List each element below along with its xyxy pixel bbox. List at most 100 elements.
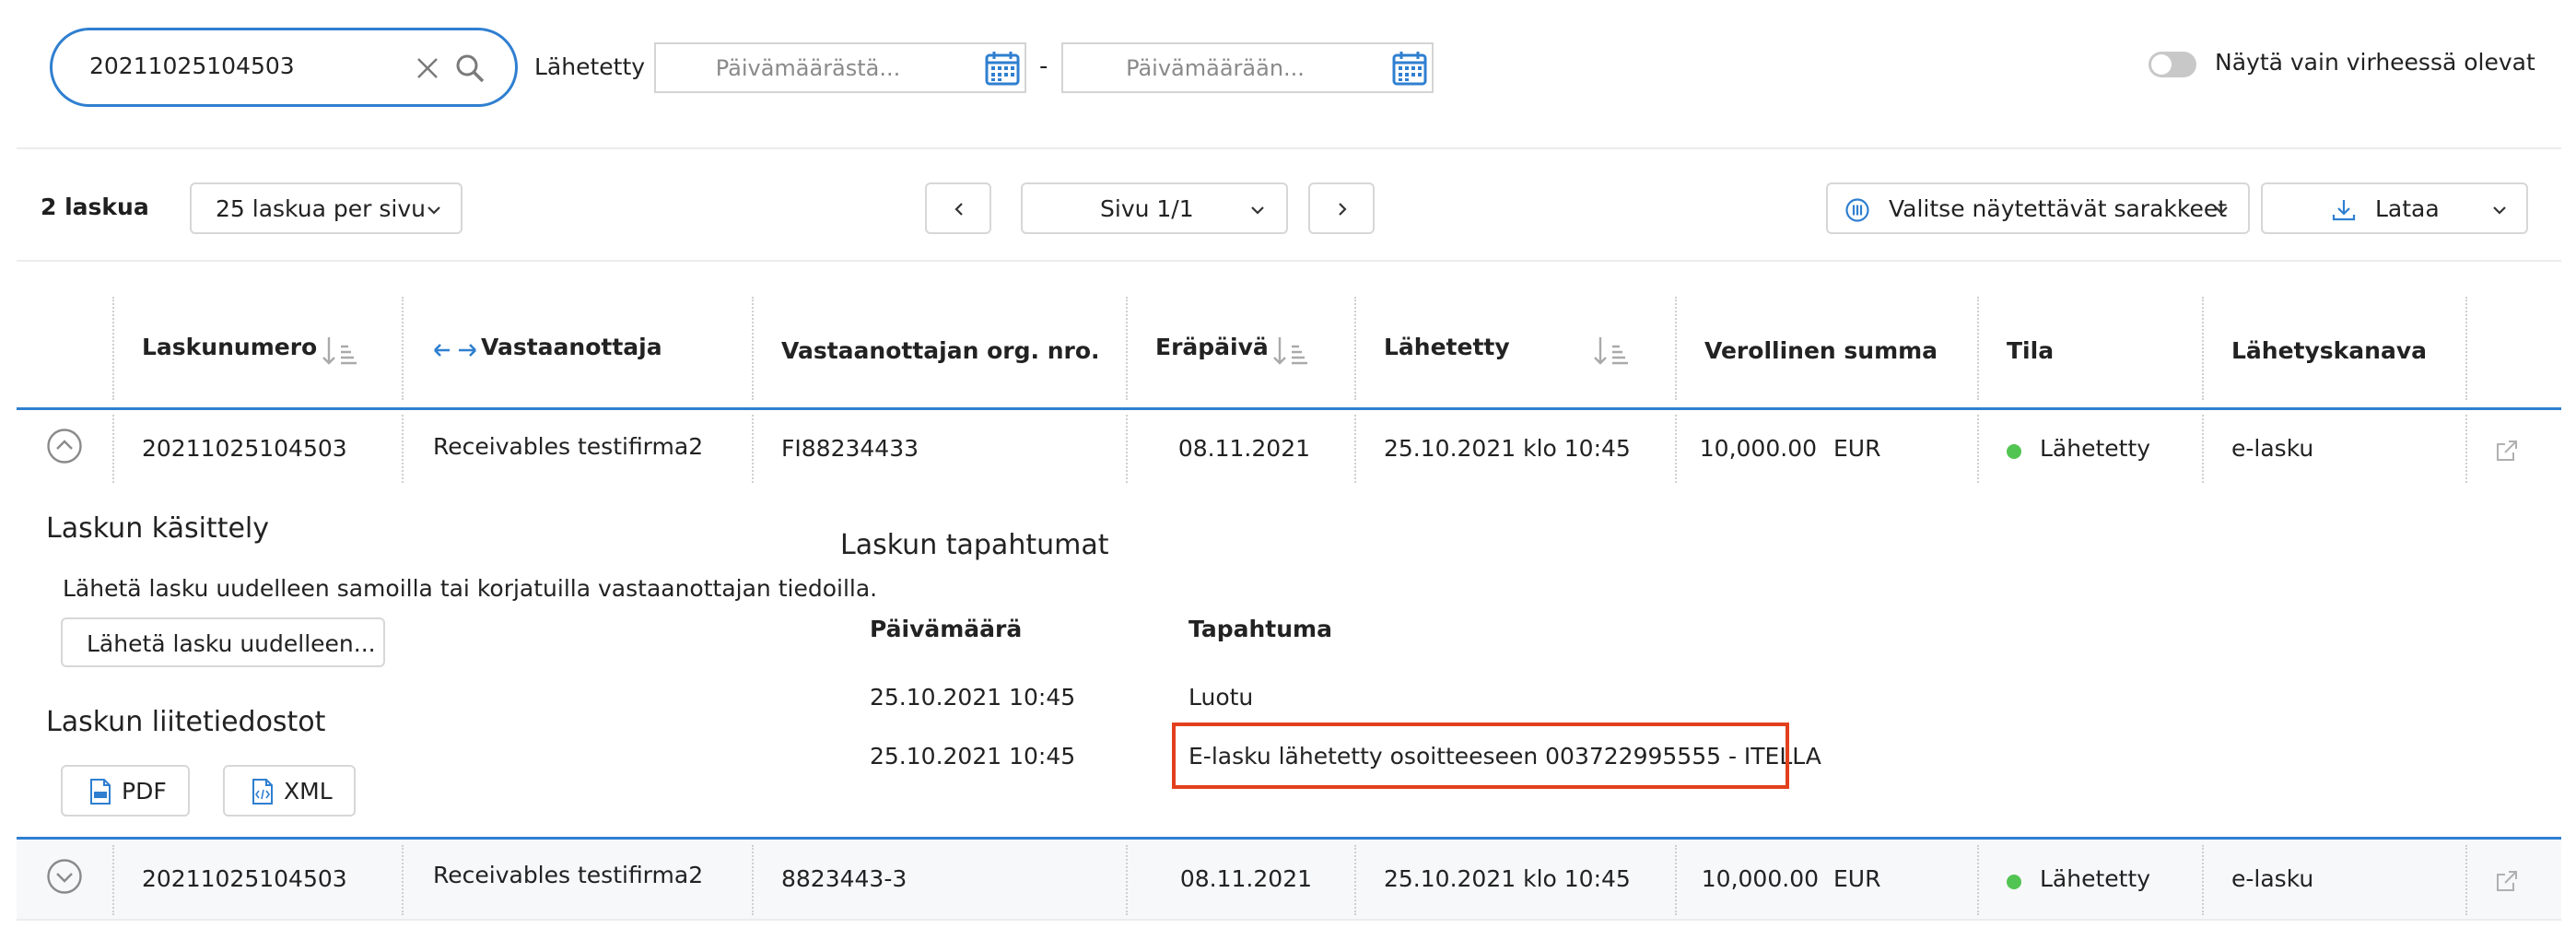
cell-sent: 25.10.2021 klo 10:45 bbox=[1384, 435, 1631, 462]
columns-button[interactable]: Valitse näytettävät sarakkeet bbox=[1826, 182, 2250, 234]
sort-icon[interactable] bbox=[321, 335, 357, 367]
next-page-button[interactable] bbox=[1308, 182, 1375, 234]
xml-button-label: XML bbox=[284, 778, 333, 805]
header-recipient[interactable]: Vastaanottaja bbox=[481, 334, 662, 360]
header-channel[interactable]: Lähetyskanava bbox=[2231, 337, 2427, 364]
status-dot bbox=[2007, 875, 2021, 889]
handling-title: Laskun käsittely bbox=[46, 512, 270, 545]
cell-channel: e-lasku bbox=[2231, 435, 2314, 462]
sent-filter-label: Lähetetty bbox=[534, 53, 646, 80]
errors-only-label: Näytä vain virheessä olevat bbox=[2215, 49, 2535, 76]
column-separator bbox=[1354, 297, 1356, 400]
column-separator bbox=[1977, 297, 1979, 400]
column-separator bbox=[752, 845, 754, 915]
event-date: 25.10.2021 10:45 bbox=[870, 743, 1076, 770]
cell-sent: 25.10.2021 klo 10:45 bbox=[1384, 865, 1631, 892]
column-separator bbox=[1977, 415, 1979, 483]
column-separator bbox=[402, 845, 404, 915]
highlight-box bbox=[1172, 723, 1789, 789]
cell-currency: EUR bbox=[1833, 865, 1881, 892]
events-header-date: Päivämäärä bbox=[870, 616, 1023, 642]
invoice-count: 2 laskua bbox=[41, 194, 149, 220]
header-sent[interactable]: Lähetetty bbox=[1384, 334, 1510, 360]
column-separator bbox=[2465, 297, 2467, 400]
sort-icon[interactable] bbox=[1271, 335, 1308, 367]
cell-amount: 10,000.00 bbox=[1699, 435, 1817, 462]
pdf-button[interactable]: PDF bbox=[61, 765, 190, 817]
header-org-number[interactable]: Vastaanottajan org. nro. bbox=[781, 337, 1100, 364]
cell-invoice-number: 20211025104503 bbox=[142, 865, 347, 892]
errors-only-toggle[interactable] bbox=[2149, 52, 2196, 77]
cell-due-date: 08.11.2021 bbox=[1179, 865, 1312, 892]
date-to-field[interactable]: Päivämäärään... bbox=[1061, 42, 1434, 93]
status-badge: Lähetetty bbox=[2040, 435, 2151, 462]
attachments-title: Laskun liitetiedostot bbox=[46, 706, 326, 738]
column-separator bbox=[1675, 297, 1677, 400]
clear-icon[interactable] bbox=[414, 54, 441, 82]
divider bbox=[17, 147, 2561, 149]
cell-recipient: Receivables testifirma2 bbox=[433, 862, 704, 888]
search-input[interactable]: 20211025104503 bbox=[89, 53, 295, 79]
date-from-placeholder: Päivämäärästä... bbox=[715, 55, 901, 81]
column-separator bbox=[1354, 415, 1356, 483]
cell-org-number: 8823443-3 bbox=[781, 865, 907, 892]
column-separator bbox=[402, 415, 404, 483]
column-separator bbox=[752, 297, 754, 400]
per-page-select[interactable]: 25 laskua per sivu bbox=[190, 182, 463, 234]
event-date: 25.10.2021 10:45 bbox=[870, 684, 1076, 711]
column-separator bbox=[112, 845, 114, 915]
cell-currency: EUR bbox=[1833, 435, 1881, 462]
chevron-down-icon bbox=[2491, 202, 2508, 218]
chevron-right-icon bbox=[1334, 201, 1351, 217]
divider bbox=[17, 260, 2561, 262]
status-badge: Lähetetty bbox=[2040, 865, 2151, 892]
sort-icon[interactable] bbox=[1592, 335, 1629, 367]
search-box[interactable]: 20211025104503 bbox=[50, 28, 518, 107]
download-button[interactable]: Lataa bbox=[2261, 182, 2528, 234]
table-row[interactable]: 20211025104503 Receivables testifirma2 F… bbox=[0, 409, 2576, 487]
cell-org-number: FI88234433 bbox=[781, 435, 919, 462]
column-separator bbox=[1675, 845, 1677, 915]
page-value: Sivu 1/1 bbox=[1100, 195, 1194, 222]
cell-invoice-number: 20211025104503 bbox=[142, 435, 347, 462]
swap-arrows-icon[interactable] bbox=[433, 341, 477, 359]
prev-page-button[interactable] bbox=[925, 182, 991, 234]
download-button-label: Lataa bbox=[2375, 195, 2440, 222]
event-description: Luotu bbox=[1188, 684, 1254, 711]
status-dot bbox=[2007, 444, 2021, 459]
column-separator bbox=[1675, 415, 1677, 483]
header-due-date[interactable]: Eräpäivä bbox=[1155, 334, 1269, 360]
columns-button-label: Valitse näytettävät sarakkeet bbox=[1889, 195, 2228, 222]
events-header-event: Tapahtuma bbox=[1188, 616, 1332, 642]
external-link-icon[interactable] bbox=[2495, 869, 2519, 893]
column-separator bbox=[1126, 297, 1128, 400]
header-total[interactable]: Verollinen summa bbox=[1704, 337, 1938, 364]
cell-recipient: Receivables testifirma2 bbox=[433, 433, 704, 460]
page-select[interactable]: Sivu 1/1 bbox=[1021, 182, 1288, 234]
search-icon[interactable] bbox=[454, 53, 486, 84]
calendar-icon[interactable] bbox=[1391, 50, 1428, 87]
column-separator bbox=[1977, 845, 1979, 915]
external-link-icon[interactable] bbox=[2495, 439, 2519, 463]
collapse-icon[interactable] bbox=[46, 428, 83, 464]
header-invoice-number[interactable]: Laskunumero bbox=[142, 334, 317, 360]
table-row[interactable]: 20211025104503 Receivables testifirma2 8… bbox=[17, 840, 2561, 919]
expand-icon[interactable] bbox=[46, 858, 83, 895]
events-title: Laskun tapahtumat bbox=[840, 529, 1109, 561]
date-range-separator: - bbox=[1039, 53, 1048, 80]
resend-button[interactable]: Lähetä lasku uudelleen... bbox=[61, 617, 385, 667]
column-separator bbox=[2202, 845, 2204, 915]
download-icon bbox=[2331, 197, 2357, 223]
xml-button[interactable]: XML bbox=[223, 765, 356, 817]
header-status[interactable]: Tila bbox=[2007, 337, 2054, 364]
column-separator bbox=[112, 415, 114, 483]
column-separator bbox=[1126, 845, 1128, 915]
cell-due-date: 08.11.2021 bbox=[1177, 435, 1310, 462]
toggle-knob bbox=[2151, 54, 2172, 75]
column-separator bbox=[2465, 845, 2467, 915]
calendar-icon[interactable] bbox=[984, 50, 1021, 87]
cell-amount: 10,000.00 bbox=[1701, 865, 1819, 892]
date-from-field[interactable]: Päivämäärästä... bbox=[654, 42, 1026, 93]
column-separator bbox=[112, 297, 114, 400]
columns-icon bbox=[1844, 197, 1870, 223]
